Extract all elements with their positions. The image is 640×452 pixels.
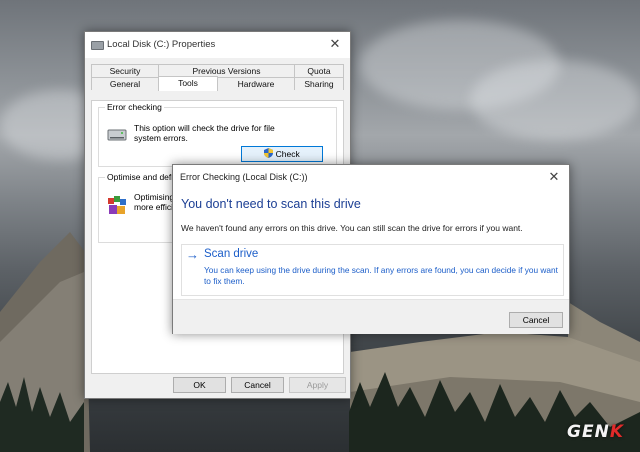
close-icon[interactable]: ✕ bbox=[545, 169, 563, 185]
error-checking-group: Error checking This option will check th… bbox=[98, 102, 337, 167]
defrag-icon bbox=[108, 196, 126, 214]
tab-security[interactable]: Security bbox=[91, 64, 159, 77]
error-checking-description: This option will check the drive for fil… bbox=[134, 123, 275, 143]
arrow-right-icon: → bbox=[186, 247, 199, 262]
check-button-label: Check bbox=[275, 149, 300, 159]
tabs-row-2: General Tools Hardware Sharing bbox=[91, 76, 344, 91]
dialog-titlebar[interactable]: Error Checking (Local Disk (C:)) ✕ bbox=[173, 165, 569, 191]
watermark-k: K bbox=[609, 422, 624, 442]
drive-icon bbox=[107, 129, 127, 141]
dialog-footer: Cancel bbox=[173, 299, 569, 334]
close-icon[interactable]: ✕ bbox=[326, 36, 344, 52]
dialog-body: You don't need to scan this drive We hav… bbox=[173, 191, 569, 299]
optimise-description: Optimising more effici bbox=[134, 192, 174, 212]
tab-tools[interactable]: Tools bbox=[158, 76, 218, 91]
tab-quota[interactable]: Quota bbox=[294, 64, 344, 77]
apply-button[interactable]: Apply bbox=[289, 377, 346, 393]
check-button[interactable]: Check bbox=[241, 146, 323, 162]
dialog-info-text: We haven't found any errors on this driv… bbox=[181, 223, 523, 233]
cancel-button[interactable]: Cancel bbox=[231, 377, 284, 393]
ok-button[interactable]: OK bbox=[173, 377, 226, 393]
tab-hardware[interactable]: Hardware bbox=[217, 77, 295, 90]
dialog-cancel-button[interactable]: Cancel bbox=[509, 312, 563, 328]
shield-icon bbox=[264, 148, 274, 158]
error-checking-legend: Error checking bbox=[105, 102, 164, 112]
optimise-line2: more effici bbox=[134, 202, 174, 212]
error-checking-line2: system errors. bbox=[134, 133, 188, 143]
scan-drive-link[interactable]: → Scan drive You can keep using the driv… bbox=[181, 244, 564, 296]
drive-icon bbox=[91, 41, 104, 50]
scan-drive-title: Scan drive bbox=[204, 248, 259, 260]
error-checking-dialog: Error Checking (Local Disk (C:)) ✕ You d… bbox=[172, 164, 570, 334]
optimise-legend: Optimise and defra bbox=[105, 172, 181, 182]
scan-drive-description: You can keep using the drive during the … bbox=[204, 265, 558, 286]
dialog-heading: You don't need to scan this drive bbox=[181, 197, 361, 211]
watermark-text: GEN bbox=[567, 422, 610, 442]
optimise-line1: Optimising bbox=[134, 192, 175, 202]
dialog-title: Error Checking (Local Disk (C:)) bbox=[180, 172, 308, 182]
tab-general[interactable]: General bbox=[91, 77, 159, 90]
properties-title: Local Disk (C:) Properties bbox=[107, 39, 216, 50]
properties-titlebar[interactable]: Local Disk (C:) Properties ✕ bbox=[85, 32, 350, 58]
tab-sharing[interactable]: Sharing bbox=[294, 77, 344, 90]
genk-watermark-logo: GENK bbox=[567, 422, 624, 442]
error-checking-line1: This option will check the drive for fil… bbox=[134, 123, 275, 133]
